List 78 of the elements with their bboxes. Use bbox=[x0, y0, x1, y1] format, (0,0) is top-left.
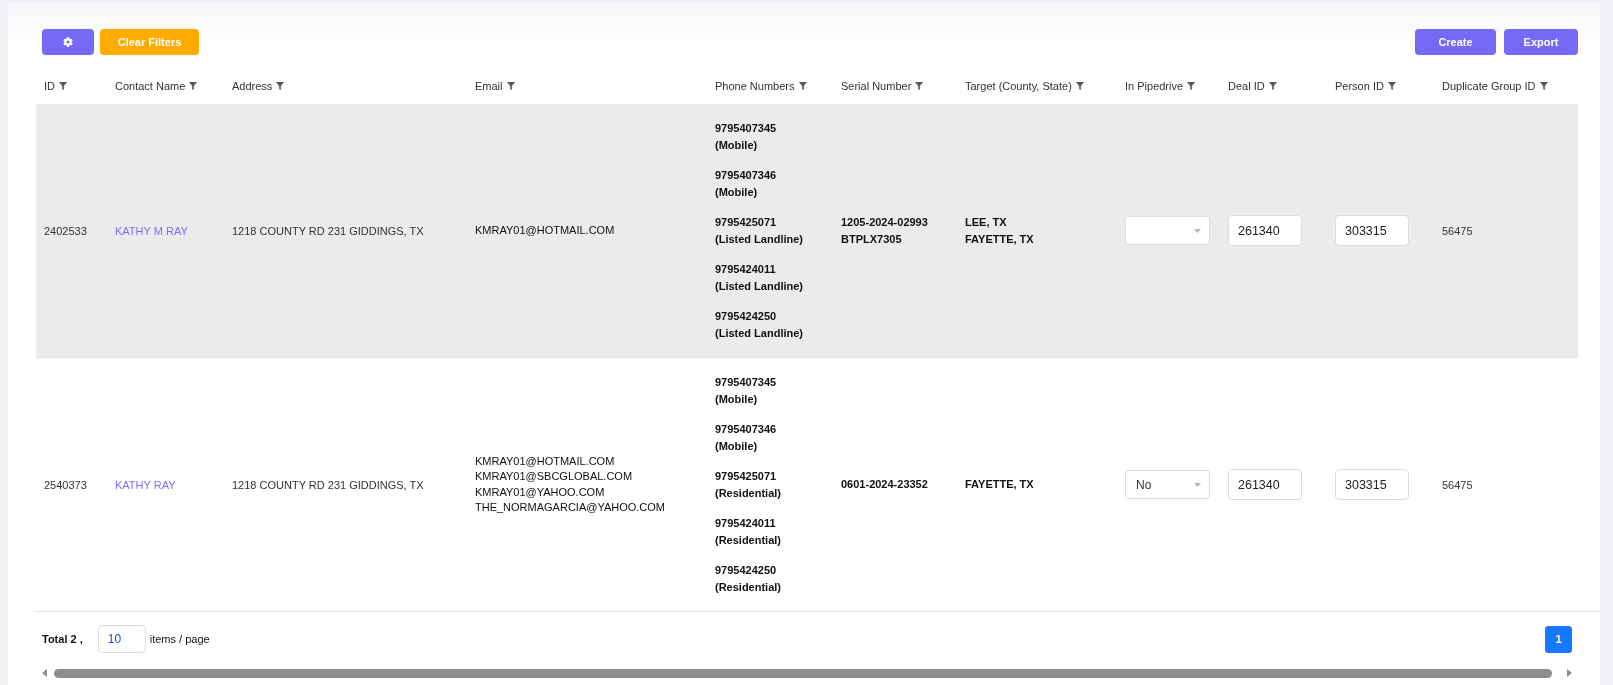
duplicate-group-id: 56475 bbox=[1442, 223, 1474, 239]
page-button[interactable]: 1 bbox=[1545, 625, 1572, 653]
deal-id-field[interactable]: 261340 bbox=[1228, 469, 1302, 500]
phone-type: (Mobile) bbox=[715, 137, 759, 153]
phone-number: 9795407346 bbox=[715, 168, 778, 183]
filter-icon[interactable] bbox=[1268, 82, 1277, 90]
column-header: Target (County, State) bbox=[965, 80, 1072, 92]
phone-number: 9795424011 bbox=[715, 262, 777, 277]
column-header: Serial Number bbox=[841, 80, 912, 92]
person-id-field[interactable]: 303315 bbox=[1335, 215, 1409, 246]
filter-icon[interactable] bbox=[1187, 82, 1196, 90]
filter-icon[interactable] bbox=[276, 82, 285, 90]
phone-type: (Listed Landline) bbox=[715, 231, 804, 247]
phone-type: (Listed Landline) bbox=[715, 278, 804, 294]
scroll-left-icon[interactable] bbox=[42, 669, 47, 677]
column-header: Address bbox=[232, 80, 273, 92]
caret-icon bbox=[1194, 228, 1201, 233]
duplicate-group-id: 56475 bbox=[1442, 477, 1474, 493]
column-header: ID bbox=[44, 80, 55, 92]
filter-icon[interactable] bbox=[189, 82, 198, 90]
phone-number: 9795407345 bbox=[715, 121, 778, 136]
email-text: KMRAY01@SBCGLOBAL.COM bbox=[475, 469, 634, 484]
filter-icon[interactable] bbox=[59, 82, 67, 90]
phone-type: (Residential) bbox=[715, 579, 782, 595]
target-location: LEE, TX bbox=[965, 215, 1008, 230]
total-count: Total 2 , bbox=[42, 633, 83, 645]
column-header: Contact Name bbox=[115, 80, 186, 92]
action-button[interactable]: Export bbox=[1504, 29, 1578, 55]
email-text: KMRAY01@YAHOO.COM bbox=[475, 484, 606, 500]
email-text: KMRAY01@HOTMAIL.COM bbox=[475, 222, 616, 238]
phone-number: 9795407346 bbox=[715, 422, 778, 437]
record-id: 2402533 bbox=[44, 223, 88, 239]
page-size-label: items / page bbox=[149, 633, 210, 645]
phone-number: 9795425071 bbox=[715, 469, 778, 484]
deal-id-field[interactable]: 261340 bbox=[1228, 215, 1302, 246]
filter-icon[interactable] bbox=[1387, 82, 1396, 90]
filter-icon[interactable] bbox=[1075, 82, 1084, 90]
phone-number: 9795424011 bbox=[715, 516, 777, 531]
column-header: Phone Numbers bbox=[715, 80, 795, 92]
serial-number: BTPLX7305 bbox=[841, 231, 903, 247]
filter-icon[interactable] bbox=[506, 82, 515, 90]
column-header: Person ID bbox=[1335, 80, 1384, 92]
settings-button[interactable] bbox=[42, 29, 94, 55]
address-text: 1218 COUNTY RD 231 GIDDINGS, TX bbox=[232, 223, 425, 239]
filter-icon[interactable] bbox=[798, 82, 807, 90]
phone-type: (Mobile) bbox=[715, 184, 759, 200]
filter-icon[interactable] bbox=[915, 82, 924, 90]
action-button[interactable]: Create bbox=[1415, 29, 1496, 55]
phone-number: 9795407345 bbox=[715, 375, 778, 390]
address-text: 1218 COUNTY RD 231 GIDDINGS, TX bbox=[232, 477, 425, 493]
email-text: THE_NORMAGARCIA@YAHOO.COM bbox=[475, 500, 667, 515]
page-size-field[interactable]: 10 bbox=[97, 625, 146, 653]
target-location: FAYETTE, TX bbox=[965, 477, 1035, 493]
column-header: Deal ID bbox=[1228, 80, 1265, 92]
column-header: Email bbox=[475, 80, 503, 92]
phone-type: (Residential) bbox=[715, 485, 782, 501]
pipedrive-select[interactable]: No bbox=[1125, 470, 1210, 499]
filter-icon[interactable] bbox=[1539, 82, 1548, 90]
email-text: KMRAY01@HOTMAIL.COM bbox=[475, 453, 616, 469]
serial-number: 0601-2024-23352 bbox=[841, 477, 929, 493]
serial-number: 1205-2024-02993 bbox=[841, 215, 929, 230]
phone-number: 9795425071 bbox=[715, 215, 778, 230]
record-id: 2540373 bbox=[44, 477, 88, 493]
phone-type: (Mobile) bbox=[715, 391, 759, 407]
phone-number: 9795424250 bbox=[715, 563, 778, 578]
settings-icon bbox=[63, 37, 73, 47]
person-id-field[interactable]: 303315 bbox=[1335, 469, 1409, 500]
phone-number: 9795424250 bbox=[715, 309, 778, 324]
column-header: In Pipedrive bbox=[1125, 80, 1184, 92]
target-location: FAYETTE, TX bbox=[965, 231, 1035, 247]
contact-name-link[interactable]: KATHY RAY bbox=[115, 476, 216, 493]
scroll-right-icon[interactable] bbox=[1567, 669, 1572, 677]
phone-type: (Residential) bbox=[715, 532, 782, 548]
phone-type: (Listed Landline) bbox=[715, 325, 804, 341]
column-header: Duplicate Group ID bbox=[1442, 80, 1536, 92]
scrollbar-thumb[interactable] bbox=[54, 668, 1552, 678]
caret-icon bbox=[1194, 482, 1201, 487]
phone-type: (Mobile) bbox=[715, 438, 759, 454]
